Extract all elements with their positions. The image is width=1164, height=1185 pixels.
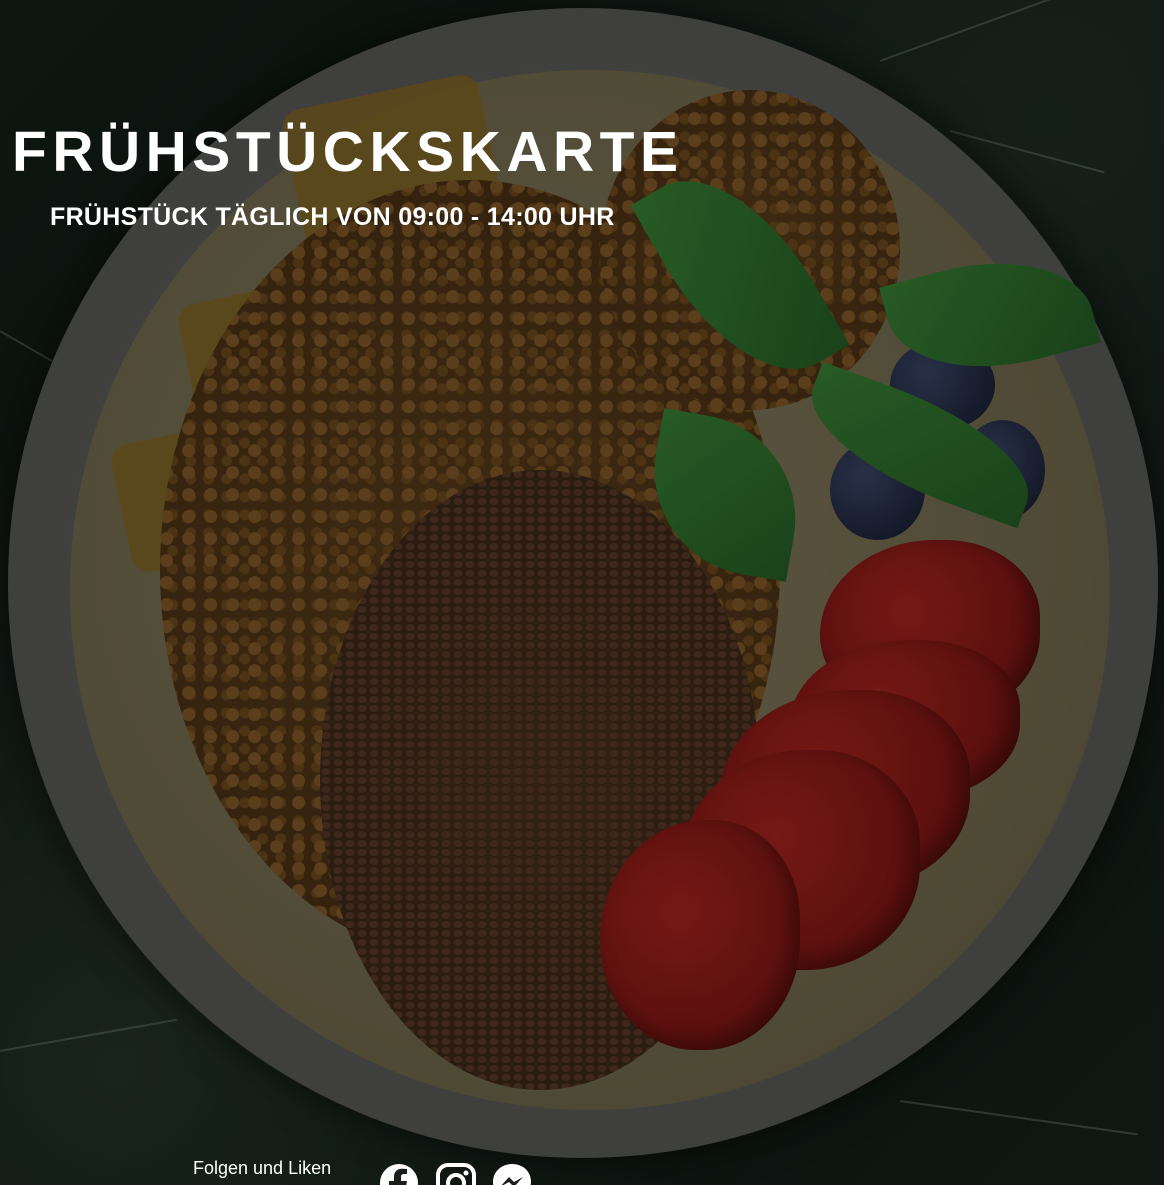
page: FRÜHSTÜCKSKARTE FRÜHSTÜCK TÄGLICH VON 09… [0,0,1164,1185]
facebook-link[interactable] [379,1163,419,1185]
instagram-link[interactable] [436,1163,476,1185]
page-title: FRÜHSTÜCKSKARTE [12,120,684,184]
messenger-icon [493,1164,531,1185]
facebook-icon [380,1164,418,1185]
messenger-link[interactable] [492,1163,532,1185]
instagram-icon [436,1163,476,1185]
opening-hours-subtitle: FRÜHSTÜCK TÄGLICH VON 09:00 - 14:00 UHR [50,203,615,231]
follow-label: Folgen und Liken [193,1158,332,1178]
